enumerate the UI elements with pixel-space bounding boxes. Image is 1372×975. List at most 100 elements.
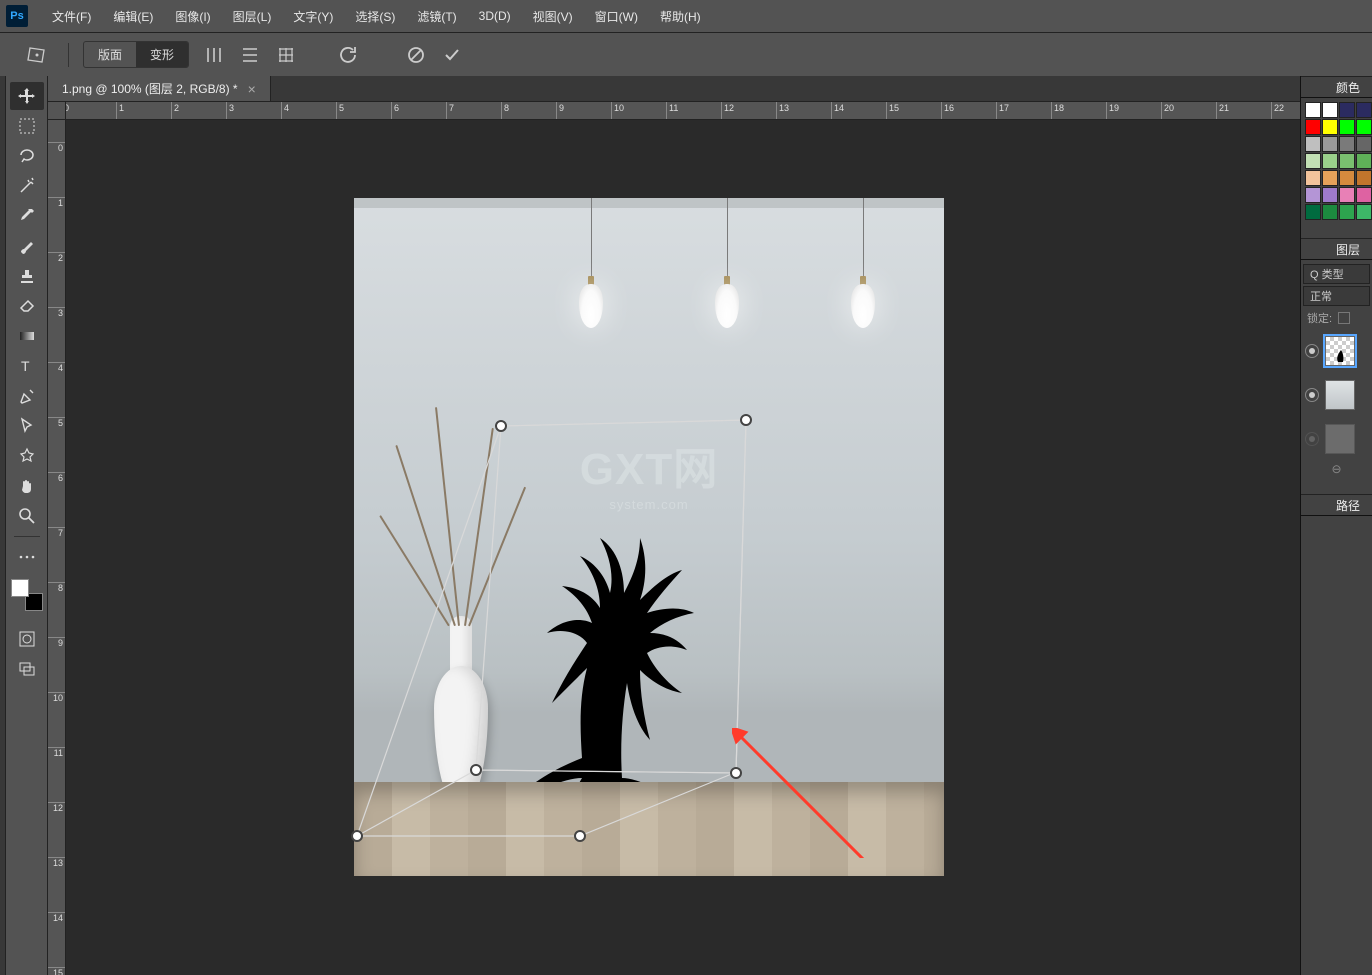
panel-tab-color[interactable]: 颜色	[1330, 77, 1366, 98]
menu-view[interactable]: 视图(V)	[523, 4, 583, 29]
menu-type[interactable]: 文字(Y)	[283, 4, 343, 29]
swatch[interactable]	[1305, 204, 1321, 220]
swatch[interactable]	[1339, 153, 1355, 169]
magic-wand-tool[interactable]	[10, 172, 44, 200]
visibility-toggle[interactable]	[1305, 388, 1319, 402]
gradient-tool[interactable]	[10, 322, 44, 350]
swatch[interactable]	[1356, 187, 1372, 203]
swatch[interactable]	[1339, 170, 1355, 186]
menu-filter[interactable]: 滤镜(T)	[407, 4, 466, 29]
ruler-vertical[interactable]: 0123456789101112131415161718192021222324	[48, 120, 66, 975]
quickmask-tool[interactable]	[10, 625, 44, 653]
grid-v-icon[interactable]	[203, 44, 225, 66]
swatch[interactable]	[1305, 153, 1321, 169]
layer-filter[interactable]: Q 类型	[1303, 264, 1370, 284]
grid-both-icon[interactable]	[275, 44, 297, 66]
swatch[interactable]	[1322, 204, 1338, 220]
path-selection-tool[interactable]	[10, 412, 44, 440]
swatches-panel[interactable]	[1301, 98, 1372, 224]
mode-layout[interactable]: 版面	[84, 42, 136, 67]
commit-icon[interactable]	[441, 44, 463, 66]
swatch[interactable]	[1356, 102, 1372, 118]
panel-tab-paths[interactable]: 路径	[1330, 495, 1366, 516]
pen-tool[interactable]	[10, 382, 44, 410]
menubar: Ps 文件(F) 编辑(E) 图像(I) 图层(L) 文字(Y) 选择(S) 滤…	[0, 0, 1372, 32]
swatch[interactable]	[1339, 119, 1355, 135]
swatch[interactable]	[1305, 187, 1321, 203]
menu-select[interactable]: 选择(S)	[345, 4, 405, 29]
swatch[interactable]	[1322, 102, 1338, 118]
eyedropper-tool[interactable]	[10, 202, 44, 230]
swatch[interactable]	[1322, 136, 1338, 152]
swatch[interactable]	[1322, 170, 1338, 186]
menu-window[interactable]: 窗口(W)	[585, 4, 648, 29]
swatch[interactable]	[1339, 187, 1355, 203]
swatch[interactable]	[1356, 136, 1372, 152]
panel-tab-layers[interactable]: 图层	[1330, 239, 1366, 260]
foreground-background-colors[interactable]	[11, 579, 43, 611]
brush-tool[interactable]	[10, 232, 44, 260]
swatch[interactable]	[1356, 153, 1372, 169]
document-tab-title: 1.png @ 100% (图层 2, RGB/8) *	[62, 80, 238, 97]
swatch[interactable]	[1305, 170, 1321, 186]
stamp-tool[interactable]	[10, 262, 44, 290]
swatch[interactable]	[1305, 119, 1321, 135]
layer-row[interactable]	[1303, 374, 1370, 416]
rect-marquee-tool[interactable]	[10, 112, 44, 140]
transform-handle[interactable]	[740, 414, 752, 426]
layer-thumbnail[interactable]	[1325, 380, 1355, 410]
shape-tool[interactable]	[10, 442, 44, 470]
swatch[interactable]	[1356, 204, 1372, 220]
menu-edit[interactable]: 编辑(E)	[103, 4, 163, 29]
visibility-toggle[interactable]	[1305, 432, 1319, 446]
zoom-tool[interactable]	[10, 502, 44, 530]
swatch[interactable]	[1305, 102, 1321, 118]
canvas[interactable]: GXT网 system.com	[354, 198, 944, 876]
layer-row[interactable]	[1303, 330, 1370, 372]
cancel-icon[interactable]	[405, 44, 427, 66]
move-tool[interactable]	[10, 82, 44, 110]
swatch[interactable]	[1339, 102, 1355, 118]
close-tab-icon[interactable]: ×	[248, 81, 256, 97]
transform-handle[interactable]	[495, 420, 507, 432]
swatch[interactable]	[1356, 119, 1372, 135]
swatch[interactable]	[1322, 119, 1338, 135]
lock-row: 锁定:	[1303, 308, 1370, 328]
transform-handle[interactable]	[470, 764, 482, 776]
grid-h-icon[interactable]	[239, 44, 261, 66]
menu-file[interactable]: 文件(F)	[42, 4, 101, 29]
swatch[interactable]	[1356, 170, 1372, 186]
swatch[interactable]	[1305, 136, 1321, 152]
screenmode-tool[interactable]	[10, 655, 44, 683]
layer-thumbnail[interactable]	[1325, 336, 1355, 366]
lasso-tool[interactable]	[10, 142, 44, 170]
menu-help[interactable]: 帮助(H)	[650, 4, 711, 29]
swatch[interactable]	[1322, 187, 1338, 203]
mode-warp[interactable]: 变形	[136, 42, 188, 67]
transform-mode-segment[interactable]: 版面 变形	[83, 41, 189, 68]
blend-mode-select[interactable]: 正常	[1303, 286, 1370, 306]
app-icon: Ps	[6, 5, 28, 27]
layer-row[interactable]	[1303, 418, 1370, 460]
visibility-toggle[interactable]	[1305, 344, 1319, 358]
ruler-horizontal[interactable]: 0123456789101112131415161718192021222324…	[66, 102, 1300, 120]
ruler-origin[interactable]	[48, 102, 66, 120]
menu-image[interactable]: 图像(I)	[165, 4, 220, 29]
menu-3d[interactable]: 3D(D)	[469, 5, 521, 27]
menu-layer[interactable]: 图层(L)	[223, 4, 282, 29]
swatch[interactable]	[1322, 153, 1338, 169]
transform-handle[interactable]	[351, 830, 363, 842]
layer-thumbnail[interactable]	[1325, 424, 1355, 454]
lock-option[interactable]	[1338, 312, 1350, 324]
reset-icon[interactable]	[337, 44, 359, 66]
transform-handle[interactable]	[574, 830, 586, 842]
hand-tool[interactable]	[10, 472, 44, 500]
swatch[interactable]	[1339, 136, 1355, 152]
canvas-viewport[interactable]: GXT网 system.com	[66, 120, 1300, 975]
document-tab[interactable]: 1.png @ 100% (图层 2, RGB/8) * ×	[48, 76, 271, 101]
swatch[interactable]	[1339, 204, 1355, 220]
eraser-tool[interactable]	[10, 292, 44, 320]
edit-toolbar[interactable]	[10, 543, 44, 571]
options-bar: 版面 变形	[0, 32, 1372, 76]
text-tool[interactable]: T	[10, 352, 44, 380]
